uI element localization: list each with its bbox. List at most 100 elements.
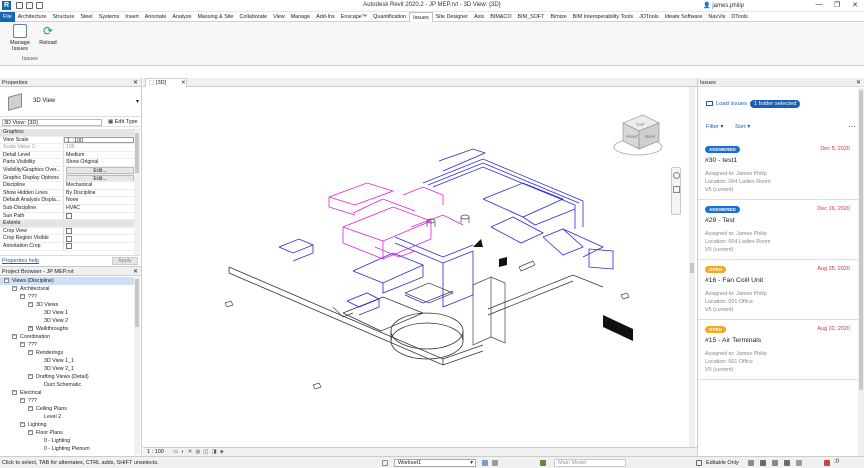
- checkbox[interactable]: [66, 243, 72, 250]
- more-options-icon[interactable]: ⋯: [848, 122, 856, 131]
- edit-button[interactable]: Edit...: [66, 166, 134, 174]
- edit-type-button[interactable]: ▦ Edit Type: [108, 119, 138, 125]
- issue-card[interactable]: OPEN Aug 25, 2020 #16 - Fan Coill Unit Assi…: [698, 260, 858, 320]
- steering-wheel-icon[interactable]: [673, 172, 680, 179]
- collapse-toggle[interactable]: −: [28, 350, 33, 355]
- collapse-toggle[interactable]: −: [20, 422, 25, 427]
- editable-only-checkbox[interactable]: [696, 460, 702, 466]
- select-by-face-icon[interactable]: [784, 460, 790, 466]
- tab-ideate-software[interactable]: Ideate Software: [662, 12, 706, 22]
- tab-add-ins[interactable]: Add-Ins: [313, 12, 338, 22]
- tab-massing-site[interactable]: Massing & Site: [195, 12, 237, 22]
- tab-analyze[interactable]: Analyze: [169, 12, 194, 22]
- chevron-down-icon[interactable]: ▾: [136, 98, 139, 105]
- tab-view[interactable]: View: [270, 12, 288, 22]
- tree-node[interactable]: − Views (Discipline): [0, 277, 134, 285]
- tab-bim-soft[interactable]: BIM_SOFT: [515, 12, 548, 22]
- worksets-icon[interactable]: [382, 460, 388, 466]
- tree-node[interactable]: 3D View 2_1: [0, 365, 134, 373]
- tab-jotools[interactable]: JOTools: [636, 12, 661, 22]
- tab-enscape-[interactable]: Enscape™: [338, 12, 370, 22]
- tree-node[interactable]: 3D View 2: [0, 317, 134, 325]
- tree-node[interactable]: − Renderings: [0, 349, 134, 357]
- tree-node[interactable]: − Drafting Views (Detail): [0, 373, 134, 381]
- tree-node[interactable]: − Architectural: [0, 285, 134, 293]
- tree-node[interactable]: 0 - Lighting Plenum: [0, 445, 134, 453]
- tab-navvis[interactable]: NavVis: [705, 12, 728, 22]
- browser-scrollbar[interactable]: [134, 277, 140, 455]
- property-section[interactable]: Extents: [0, 220, 134, 228]
- sync-icon[interactable]: [482, 460, 488, 466]
- select-pinned-icon[interactable]: [772, 460, 778, 466]
- tab-manage[interactable]: Manage: [288, 12, 313, 22]
- zoom-icon[interactable]: [673, 186, 680, 193]
- tree-node[interactable]: −???: [0, 293, 134, 301]
- view-selector-dropdown[interactable]: 3D View: {3D}: [2, 119, 102, 126]
- tab-architecture[interactable]: Architecture: [15, 12, 50, 22]
- checkbox[interactable]: [66, 235, 72, 242]
- tree-node[interactable]: − Electrical: [0, 389, 134, 397]
- tree-node[interactable]: Level 2: [0, 413, 134, 421]
- collapse-toggle[interactable]: −: [28, 430, 33, 435]
- tree-node[interactable]: −???: [0, 397, 134, 405]
- tab-bimize[interactable]: Bimize: [547, 12, 569, 22]
- view-scale[interactable]: 1 : 100: [147, 449, 164, 455]
- design-option-dropdown[interactable]: Main Model: [554, 459, 626, 467]
- collapse-toggle[interactable]: −: [20, 294, 25, 299]
- tab-steel[interactable]: Steel: [77, 12, 95, 22]
- design-options-icon[interactable]: [540, 460, 546, 466]
- checkbox[interactable]: [66, 213, 72, 220]
- drag-elements-icon[interactable]: [796, 460, 802, 466]
- tab-file[interactable]: File: [0, 12, 15, 22]
- tree-node[interactable]: Duct Schematic: [0, 381, 134, 389]
- properties-help-link[interactable]: Properties help: [2, 258, 39, 264]
- maximize-button[interactable]: ❐: [830, 1, 844, 11]
- mep-model-drawing[interactable]: TOP FRONT RIGHT: [143, 87, 697, 447]
- tree-node[interactable]: + Walkthroughs: [0, 325, 134, 333]
- collapse-toggle[interactable]: −: [12, 286, 17, 291]
- issue-card[interactable]: OPEN Aug 22, 2020 #15 - Air Terminals Assig…: [698, 320, 858, 380]
- tab-structure[interactable]: Structure: [49, 12, 77, 22]
- type-selector[interactable]: 3D View ▾: [0, 87, 142, 117]
- reload-button[interactable]: ⟳ Reload: [30, 24, 66, 46]
- sort-dropdown[interactable]: Sort ▾: [735, 124, 750, 130]
- tab-quantification[interactable]: Quantification: [370, 12, 409, 22]
- tab-bim-interoperability-tools[interactable]: BIM Interoperability Tools: [570, 12, 636, 22]
- tab-annotate[interactable]: Annotate: [142, 12, 170, 22]
- collapse-toggle[interactable]: −: [12, 390, 17, 395]
- select-underlay-icon[interactable]: [760, 460, 766, 466]
- collapse-toggle[interactable]: −: [28, 374, 33, 379]
- collapse-toggle[interactable]: −: [20, 342, 25, 347]
- tree-node[interactable]: −3D Views: [0, 301, 134, 309]
- editing-requests-icon[interactable]: [492, 460, 498, 466]
- minimize-button[interactable]: —: [812, 1, 826, 11]
- expand-toggle[interactable]: +: [28, 326, 33, 331]
- tab-site-designer[interactable]: Site Designer: [433, 12, 471, 22]
- workset-dropdown[interactable]: Workset1 ▾: [394, 459, 476, 467]
- close-icon[interactable]: ✕: [133, 268, 138, 275]
- select-links-icon[interactable]: [748, 460, 754, 466]
- navigation-bar[interactable]: [671, 167, 681, 215]
- collapse-toggle[interactable]: −: [20, 398, 25, 403]
- tree-node[interactable]: −???: [0, 341, 134, 349]
- property-value[interactable]: 1 : 100: [64, 136, 134, 144]
- tree-node[interactable]: 3D View 1: [0, 309, 134, 317]
- properties-scrollbar[interactable]: [134, 129, 140, 255]
- tree-node[interactable]: − Coordination: [0, 333, 134, 341]
- view-canvas[interactable]: TOP FRONT RIGHT: [143, 87, 697, 447]
- tree-node[interactable]: − Lighting: [0, 421, 134, 429]
- tab-insert[interactable]: Insert: [122, 12, 141, 22]
- close-icon[interactable]: ✕: [181, 80, 186, 86]
- tree-node[interactable]: 3D View 1_1: [0, 357, 134, 365]
- issues-scrollbar[interactable]: [858, 88, 864, 456]
- view-control-icons[interactable]: ▭◐☀◍◫◨◈: [173, 449, 227, 455]
- edit-button[interactable]: Edit...: [66, 174, 134, 182]
- tab-systems[interactable]: Systems: [96, 12, 123, 22]
- close-button[interactable]: ✕: [848, 1, 862, 11]
- user-account[interactable]: 👤 james.philip: [703, 2, 744, 9]
- view-cube[interactable]: TOP FRONT RIGHT: [613, 114, 663, 156]
- collapse-toggle[interactable]: −: [4, 278, 9, 283]
- close-icon[interactable]: ✕: [856, 79, 861, 86]
- load-issues-row[interactable]: Load issues 1 folder selected: [706, 100, 801, 108]
- tab-dtools[interactable]: DTools: [728, 12, 750, 22]
